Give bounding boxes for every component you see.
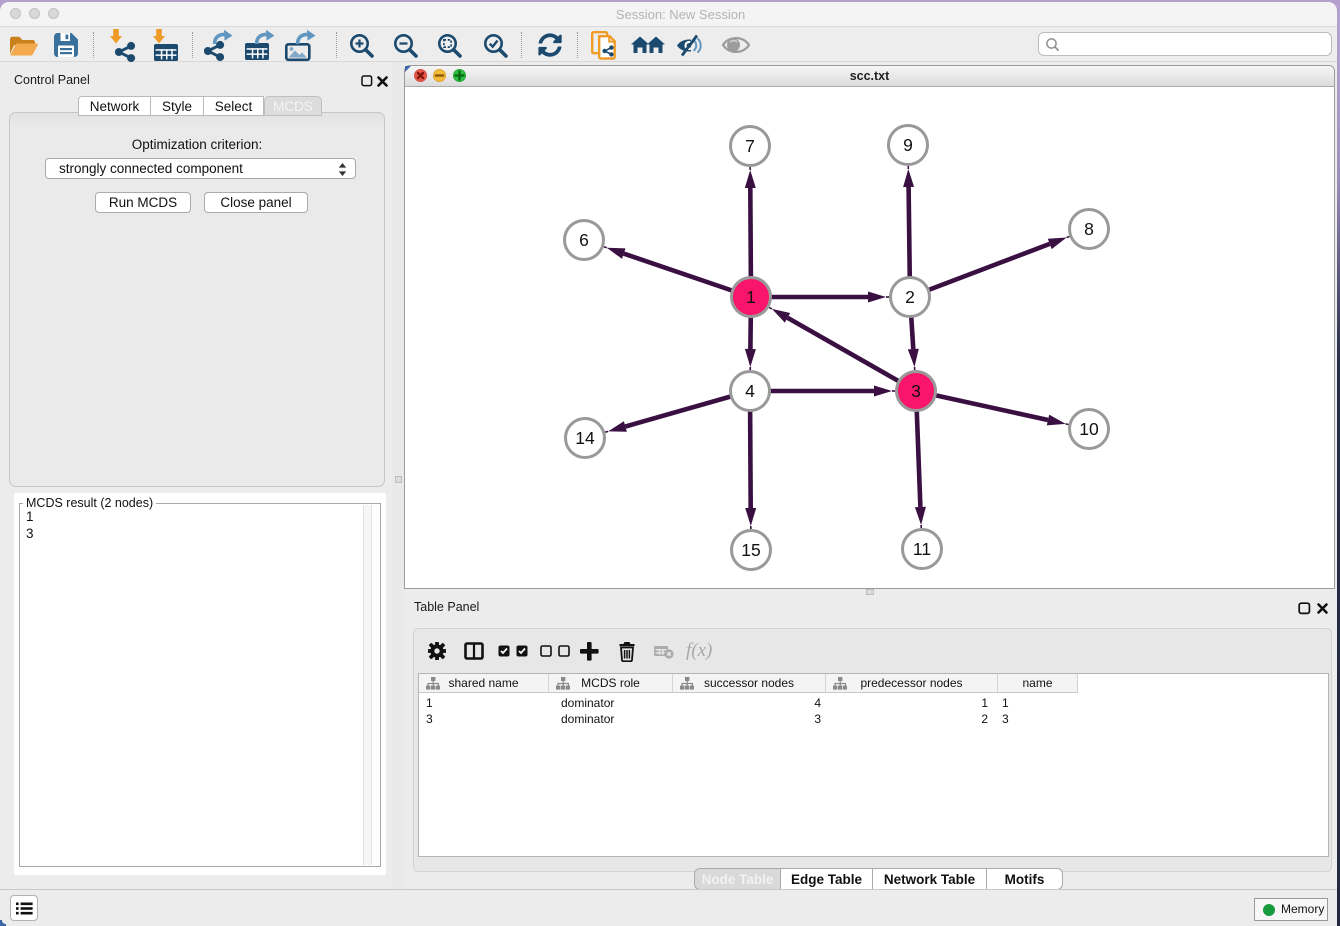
svg-text:11: 11 xyxy=(913,539,931,559)
svg-text:14: 14 xyxy=(575,428,595,448)
svg-text:8: 8 xyxy=(1084,219,1094,239)
svg-text:15: 15 xyxy=(741,540,760,560)
svg-text:7: 7 xyxy=(745,136,755,156)
svg-text:10: 10 xyxy=(1079,419,1099,439)
svg-text:3: 3 xyxy=(911,381,921,401)
svg-text:4: 4 xyxy=(745,381,755,401)
svg-text:9: 9 xyxy=(903,135,913,155)
svg-text:1: 1 xyxy=(746,287,756,307)
svg-text:2: 2 xyxy=(905,287,915,307)
svg-text:6: 6 xyxy=(579,230,589,250)
svg-text:f(x): f(x) xyxy=(686,640,712,661)
